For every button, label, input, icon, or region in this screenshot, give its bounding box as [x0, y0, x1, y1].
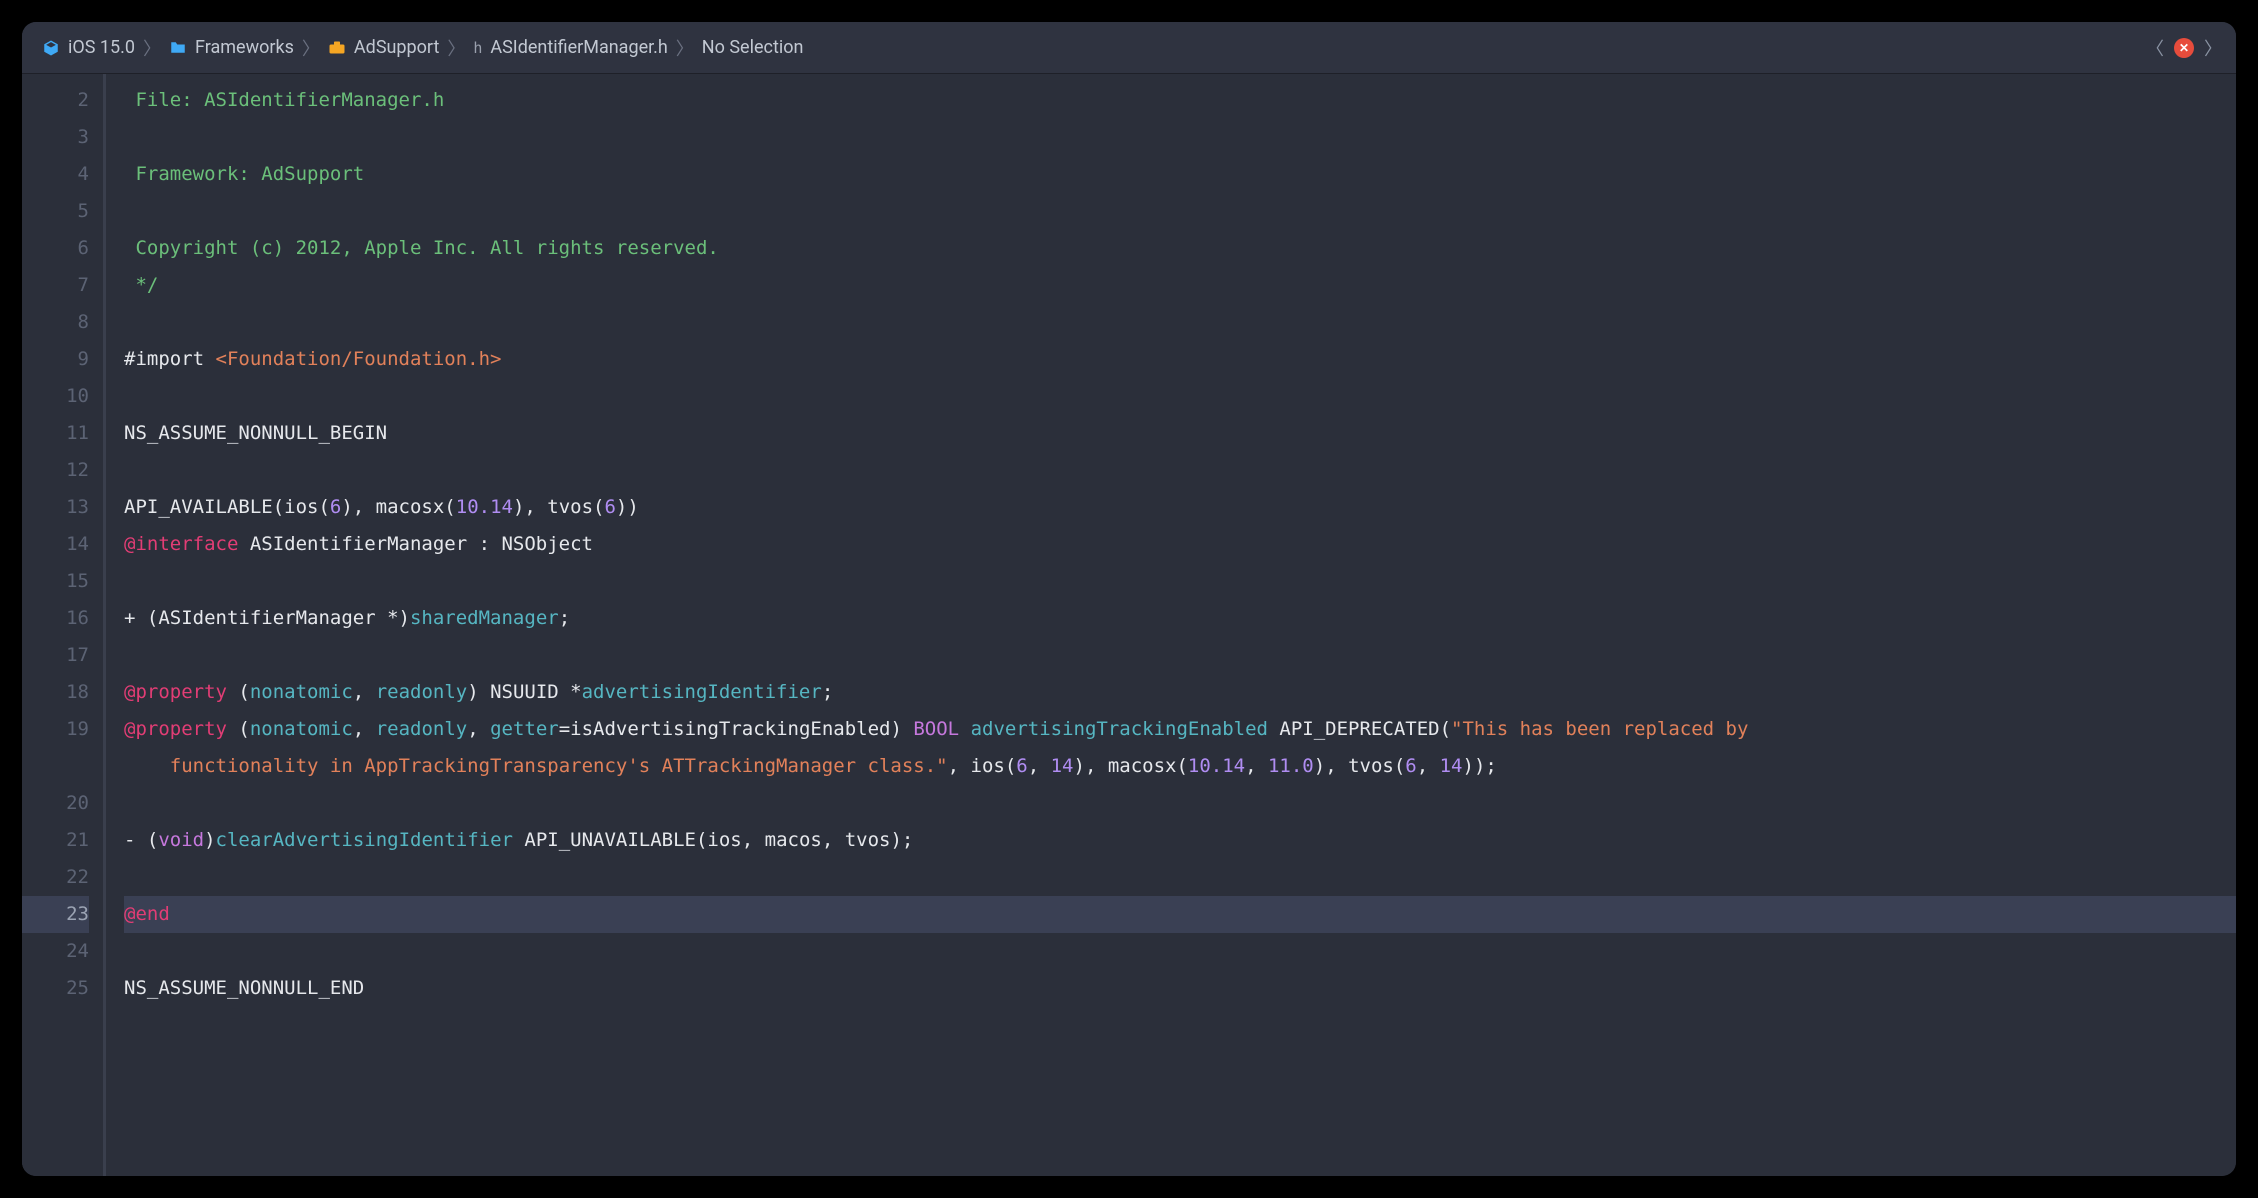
code-line[interactable]: @interface ASIdentifierManager : NSObjec… — [124, 526, 2236, 563]
line-number: 9 — [22, 341, 89, 378]
error-badge-icon[interactable]: ✕ — [2174, 38, 2194, 58]
code-line[interactable] — [124, 859, 2236, 896]
nav-forward-icon[interactable]: 〉 — [2204, 35, 2222, 61]
line-number: 13 — [22, 489, 89, 526]
code-line[interactable]: + (ASIdentifierManager *)sharedManager; — [124, 600, 2236, 637]
line-number: 6 — [22, 230, 89, 267]
breadcrumb-bar: iOS 15.0 〉 Frameworks 〉 AdSupport 〉 h AS… — [22, 22, 2236, 74]
code-line[interactable] — [124, 637, 2236, 674]
breadcrumb-label: ASIdentifierManager.h — [490, 37, 667, 58]
chevron-right-icon: 〉 — [302, 35, 320, 61]
line-number: 2 — [22, 82, 89, 119]
nav-back-icon[interactable]: 〈 — [2146, 35, 2164, 61]
code-line[interactable] — [124, 563, 2236, 600]
breadcrumb-label: Frameworks — [195, 37, 294, 58]
line-number: 25 — [22, 970, 89, 1007]
editor-window: iOS 15.0 〉 Frameworks 〉 AdSupport 〉 h AS… — [22, 22, 2236, 1176]
folder-icon — [169, 40, 187, 55]
line-number: 18 — [22, 674, 89, 711]
code-line[interactable] — [124, 933, 2236, 970]
chevron-right-icon: 〉 — [676, 35, 694, 61]
breadcrumb-item-selection[interactable]: No Selection — [696, 37, 810, 58]
line-number: 12 — [22, 452, 89, 489]
code-line[interactable]: Copyright (c) 2012, Apple Inc. All right… — [124, 230, 2236, 267]
box-icon — [42, 39, 60, 57]
breadcrumb-label: iOS 15.0 — [68, 37, 135, 58]
line-number: 22 — [22, 859, 89, 896]
code-line[interactable]: File: ASIdentifierManager.h — [124, 82, 2236, 119]
code-line[interactable]: API_AVAILABLE(ios(6), macosx(10.14), tvo… — [124, 489, 2236, 526]
code-line[interactable] — [124, 193, 2236, 230]
code-line[interactable]: NS_ASSUME_NONNULL_END — [124, 970, 2236, 1007]
line-number: 23 — [22, 896, 89, 933]
code-line[interactable]: Framework: AdSupport — [124, 156, 2236, 193]
line-number: 10 — [22, 378, 89, 415]
line-number-gutter: 2345678910111213141516171819202122232425 — [22, 74, 106, 1176]
code-editor[interactable]: 2345678910111213141516171819202122232425… — [22, 74, 2236, 1176]
line-number: 11 — [22, 415, 89, 452]
line-number: 14 — [22, 526, 89, 563]
breadcrumb-item-adsupport[interactable]: AdSupport — [322, 37, 445, 58]
line-number: 24 — [22, 933, 89, 970]
code-area[interactable]: File: ASIdentifierManager.h Framework: A… — [106, 74, 2236, 1176]
line-number: 21 — [22, 822, 89, 859]
line-number: 20 — [22, 785, 89, 822]
code-line[interactable] — [124, 378, 2236, 415]
line-number: 3 — [22, 119, 89, 156]
line-number: 15 — [22, 563, 89, 600]
code-line[interactable]: - (void)clearAdvertisingIdentifier API_U… — [124, 822, 2236, 859]
toolbox-icon — [328, 40, 346, 55]
line-number: 4 — [22, 156, 89, 193]
code-line-wrap[interactable]: functionality in AppTrackingTransparency… — [124, 748, 2236, 785]
code-line[interactable]: #import <Foundation/Foundation.h> — [124, 341, 2236, 378]
line-number: 19 — [22, 711, 89, 748]
code-line[interactable]: */ — [124, 267, 2236, 304]
breadcrumb-item-sdk[interactable]: iOS 15.0 — [36, 37, 141, 58]
line-number-wrap — [22, 748, 89, 785]
chevron-right-icon: 〉 — [447, 35, 465, 61]
header-file-icon: h — [473, 39, 482, 57]
line-number: 8 — [22, 304, 89, 341]
code-line[interactable] — [124, 304, 2236, 341]
code-line[interactable] — [124, 785, 2236, 822]
line-number: 17 — [22, 637, 89, 674]
line-number: 5 — [22, 193, 89, 230]
code-line[interactable]: @end — [124, 896, 2236, 933]
breadcrumb-label: AdSupport — [354, 37, 439, 58]
code-line[interactable]: @property (nonatomic, readonly) NSUUID *… — [124, 674, 2236, 711]
line-number: 16 — [22, 600, 89, 637]
breadcrumb-item-file[interactable]: h ASIdentifierManager.h — [467, 37, 673, 58]
line-number: 7 — [22, 267, 89, 304]
nav-arrow-group: 〈 ✕ 〉 — [2146, 35, 2222, 61]
code-line[interactable]: @property (nonatomic, readonly, getter=i… — [124, 711, 2236, 748]
breadcrumb-item-frameworks[interactable]: Frameworks — [163, 37, 300, 58]
breadcrumb-label: No Selection — [702, 37, 804, 58]
chevron-right-icon: 〉 — [143, 35, 161, 61]
code-line[interactable]: NS_ASSUME_NONNULL_BEGIN — [124, 415, 2236, 452]
code-line[interactable] — [124, 452, 2236, 489]
code-line[interactable] — [124, 119, 2236, 156]
